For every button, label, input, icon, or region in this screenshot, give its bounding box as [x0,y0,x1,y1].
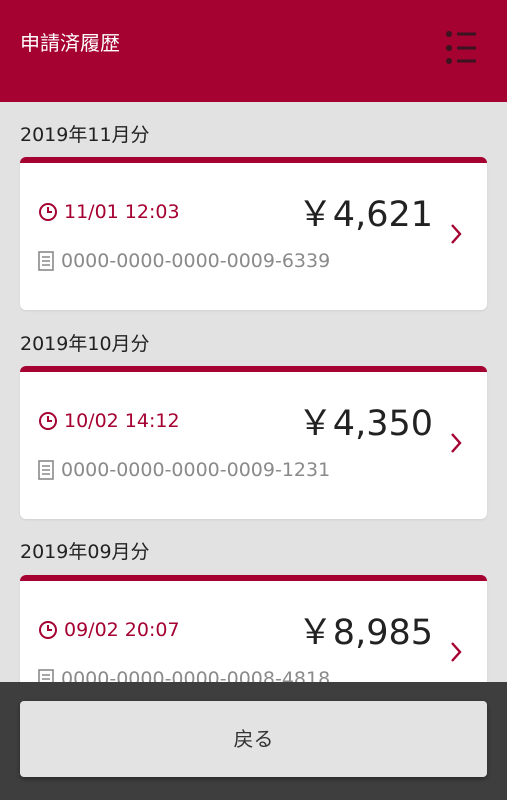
chevron-right-icon[interactable] [449,641,463,667]
document-icon [38,669,54,682]
card-amount: ￥4,621 [297,195,433,235]
card-number: 0000-0000-0000-0008-4818 [38,665,330,682]
card-accent-bar [20,366,487,372]
card-accent-bar [20,157,487,163]
card-number-text: 0000-0000-0000-0009-1231 [61,459,331,481]
history-card[interactable]: 10/02 14:12 ￥4,350 0000-0000-0000-0009-1… [20,366,487,519]
month-label: 2019年10月分 [20,333,150,355]
card-time: 11/01 12:03 [38,198,180,226]
list-menu-icon[interactable] [440,30,482,66]
month-label: 2019年09月分 [20,541,150,563]
clock-icon [39,412,57,430]
card-time-text: 10/02 14:12 [64,410,180,432]
document-icon [38,251,54,271]
chevron-right-icon[interactable] [449,223,463,249]
card-time-text: 09/02 20:07 [64,619,180,641]
footer-bar: 戻る [0,682,507,800]
clock-icon [39,203,57,221]
card-time: 10/02 14:12 [38,407,180,435]
history-list[interactable]: 2019年11月分 11/01 12:03 ￥4,621 0000-0000-0… [0,102,507,682]
card-accent-bar [20,575,487,581]
document-icon [38,460,54,480]
card-time-text: 11/01 12:03 [64,201,180,223]
card-number-text: 0000-0000-0000-0008-4818 [61,668,331,682]
history-card[interactable]: 11/01 12:03 ￥4,621 0000-0000-0000-0009-6… [20,157,487,310]
card-time: 09/02 20:07 [38,616,180,644]
card-amount: ￥8,985 [297,613,433,653]
clock-icon [39,621,57,639]
card-amount: ￥4,350 [297,404,433,444]
month-label: 2019年11月分 [20,124,150,146]
back-button[interactable]: 戻る [20,701,487,777]
page-title: 申請済履歴 [20,31,120,55]
history-card[interactable]: 09/02 20:07 ￥8,985 0000-0000-0000-0008-4… [20,575,487,682]
card-number: 0000-0000-0000-0009-1231 [38,456,330,484]
chevron-right-icon[interactable] [449,432,463,458]
app-header: 申請済履歴 [0,0,507,102]
card-number-text: 0000-0000-0000-0009-6339 [61,250,331,272]
card-number: 0000-0000-0000-0009-6339 [38,247,330,275]
